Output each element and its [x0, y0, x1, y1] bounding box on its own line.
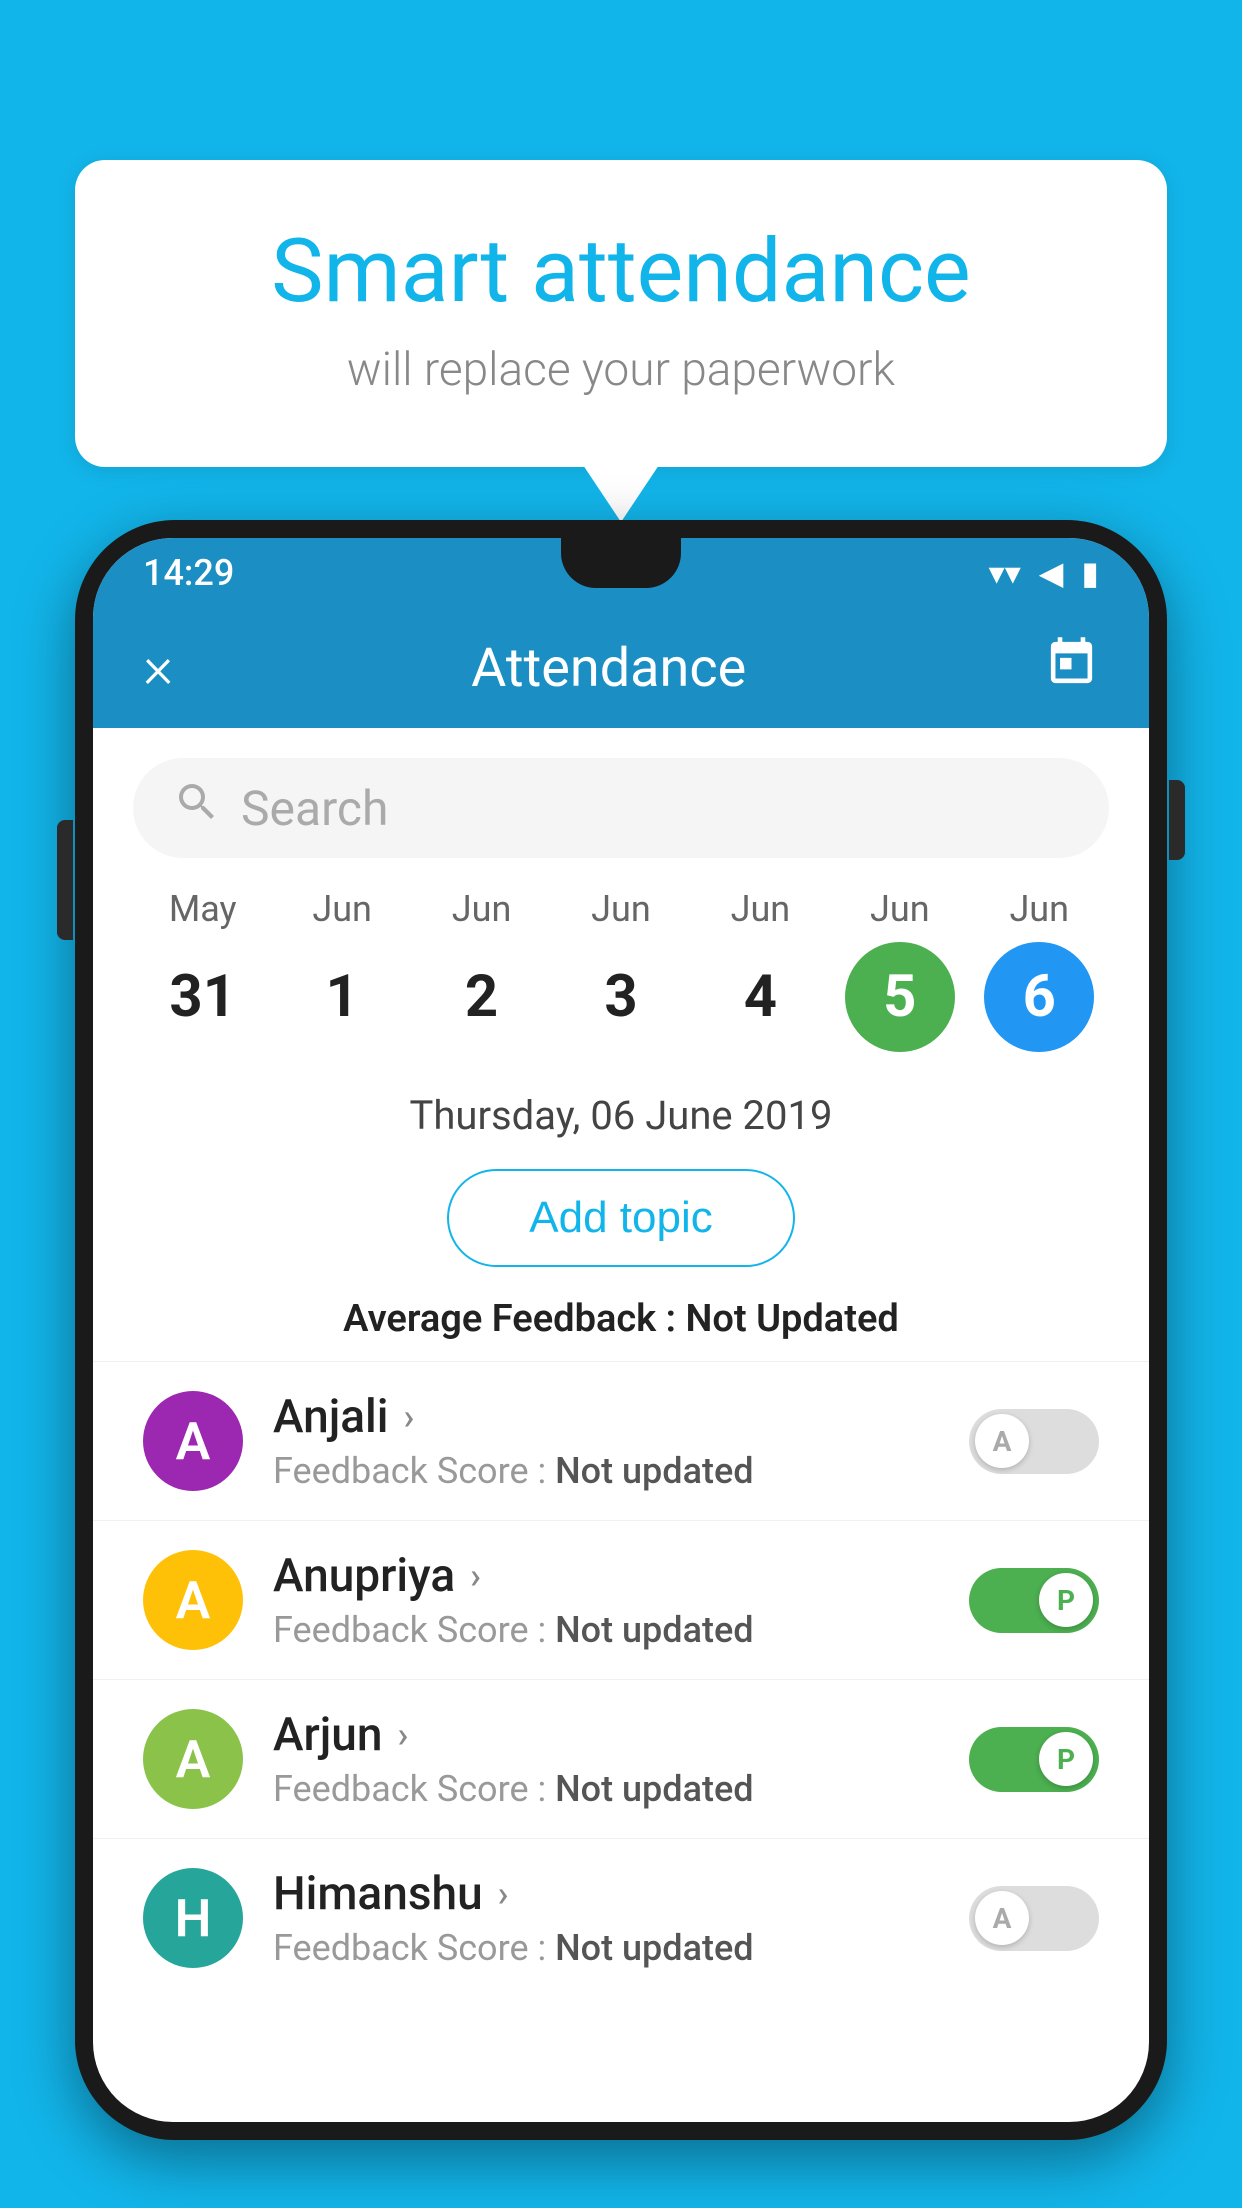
date-col-6[interactable]: Jun 6: [984, 888, 1094, 1052]
phone-container: 14:29 ▾▾ ◀ ▮ × Attendance: [75, 520, 1167, 2208]
student-item-arjun[interactable]: A Arjun › Feedback Score : Not updated P: [93, 1679, 1149, 1838]
student-info-anjali: Anjali › Feedback Score : Not updated: [273, 1390, 939, 1492]
search-placeholder: Search: [241, 780, 388, 837]
student-info-arjun: Arjun › Feedback Score : Not updated: [273, 1708, 939, 1810]
app-header: × Attendance: [93, 608, 1149, 728]
avg-feedback-value: Not Updated: [685, 1297, 898, 1341]
toggle-arjun[interactable]: P: [969, 1727, 1099, 1792]
selected-date-label: Thursday, 06 June 2019: [93, 1072, 1149, 1149]
signal-icon: ◀: [1039, 554, 1064, 592]
toggle-switch-anjali[interactable]: A: [969, 1409, 1099, 1474]
toggle-thumb-anupriya: P: [1039, 1573, 1093, 1627]
avatar-anjali: A: [143, 1391, 243, 1491]
date-month-5: Jun: [870, 888, 930, 930]
toggle-switch-arjun[interactable]: P: [969, 1727, 1099, 1792]
app-title: Attendance: [471, 637, 746, 700]
search-icon: [173, 778, 221, 838]
date-day-3: 3: [566, 942, 676, 1052]
date-col-5[interactable]: Jun 5: [845, 888, 955, 1052]
wifi-icon: ▾▾: [989, 554, 1021, 592]
toggle-switch-himanshu[interactable]: A: [969, 1886, 1099, 1951]
student-list: A Anjali › Feedback Score : Not updated …: [93, 1361, 1149, 1997]
student-item-anjali[interactable]: A Anjali › Feedback Score : Not updated …: [93, 1361, 1149, 1520]
date-day-1: 1: [287, 942, 397, 1052]
average-feedback: Average Feedback : Not Updated: [93, 1287, 1149, 1361]
date-day-6: 6: [984, 942, 1094, 1052]
date-col-4[interactable]: Jun 4: [705, 888, 815, 1052]
add-topic-button[interactable]: Add topic: [447, 1169, 794, 1267]
student-feedback-anjali: Feedback Score : Not updated: [273, 1450, 939, 1492]
date-month-1: Jun: [312, 888, 372, 930]
chevron-himanshu: ›: [498, 1873, 509, 1915]
student-info-anupriya: Anupriya › Feedback Score : Not updated: [273, 1549, 939, 1651]
date-day-0: 31: [148, 942, 258, 1052]
speech-bubble: Smart attendance will replace your paper…: [75, 160, 1167, 467]
calendar-icon[interactable]: [1044, 635, 1099, 702]
speech-bubble-container: Smart attendance will replace your paper…: [75, 160, 1167, 467]
date-col-0[interactable]: May 31: [148, 888, 258, 1052]
date-col-1[interactable]: Jun 1: [287, 888, 397, 1052]
date-selector: May 31 Jun 1 Jun 2 Jun 3 Jun 4: [93, 878, 1149, 1072]
status-icons: ▾▾ ◀ ▮: [989, 554, 1099, 592]
avatar-himanshu: H: [143, 1868, 243, 1968]
toggle-himanshu[interactable]: A: [969, 1886, 1099, 1951]
bubble-title: Smart attendance: [155, 220, 1087, 323]
status-time: 14:29: [143, 552, 234, 594]
phone-frame: 14:29 ▾▾ ◀ ▮ × Attendance: [75, 520, 1167, 2140]
student-name-arjun: Arjun ›: [273, 1708, 939, 1762]
date-month-6: Jun: [1009, 888, 1069, 930]
search-bar[interactable]: Search: [133, 758, 1109, 858]
toggle-thumb-arjun: P: [1039, 1732, 1093, 1786]
student-info-himanshu: Himanshu › Feedback Score : Not updated: [273, 1867, 939, 1969]
date-month-2: Jun: [452, 888, 512, 930]
student-name-anupriya: Anupriya ›: [273, 1549, 939, 1603]
avatar-anupriya: A: [143, 1550, 243, 1650]
date-col-2[interactable]: Jun 2: [427, 888, 537, 1052]
avatar-arjun: A: [143, 1709, 243, 1809]
toggle-anupriya[interactable]: P: [969, 1568, 1099, 1633]
student-item-anupriya[interactable]: A Anupriya › Feedback Score : Not update…: [93, 1520, 1149, 1679]
student-feedback-anupriya: Feedback Score : Not updated: [273, 1609, 939, 1651]
toggle-thumb-anjali: A: [975, 1414, 1029, 1468]
date-day-2: 2: [427, 942, 537, 1052]
student-feedback-arjun: Feedback Score : Not updated: [273, 1768, 939, 1810]
date-month-4: Jun: [731, 888, 791, 930]
chevron-anjali: ›: [404, 1396, 415, 1438]
toggle-anjali[interactable]: A: [969, 1409, 1099, 1474]
date-day-5: 5: [845, 942, 955, 1052]
toggle-switch-anupriya[interactable]: P: [969, 1568, 1099, 1633]
battery-icon: ▮: [1081, 554, 1099, 592]
chevron-arjun: ›: [398, 1714, 409, 1756]
student-name-anjali: Anjali ›: [273, 1390, 939, 1444]
bubble-subtitle: will replace your paperwork: [155, 343, 1087, 397]
phone-notch: [561, 538, 681, 588]
student-name-himanshu: Himanshu ›: [273, 1867, 939, 1921]
close-button[interactable]: ×: [143, 634, 173, 702]
student-item-himanshu[interactable]: H Himanshu › Feedback Score : Not update…: [93, 1838, 1149, 1997]
toggle-thumb-himanshu: A: [975, 1891, 1029, 1945]
phone-screen: 14:29 ▾▾ ◀ ▮ × Attendance: [93, 538, 1149, 2122]
date-month-0: May: [169, 888, 237, 930]
date-day-4: 4: [705, 942, 815, 1052]
avg-feedback-label: Average Feedback :: [343, 1297, 676, 1341]
student-feedback-himanshu: Feedback Score : Not updated: [273, 1927, 939, 1969]
date-col-3[interactable]: Jun 3: [566, 888, 676, 1052]
date-month-3: Jun: [591, 888, 651, 930]
chevron-anupriya: ›: [470, 1555, 481, 1597]
